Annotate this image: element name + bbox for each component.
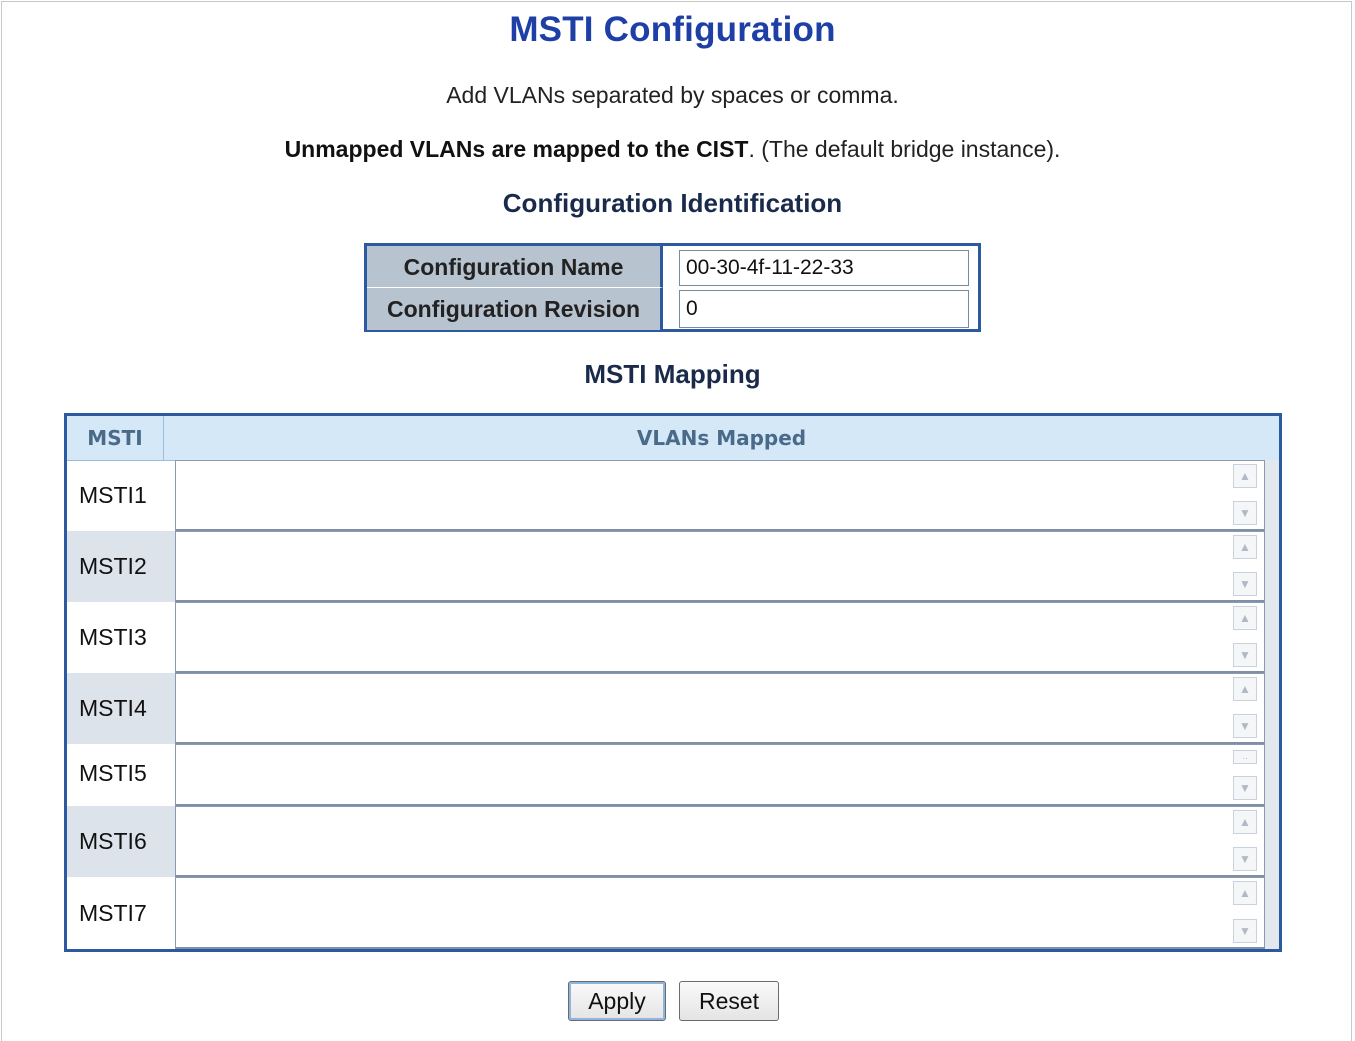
scrollbar[interactable]: ▲ ▼ xyxy=(1229,879,1261,945)
chevron-up-icon[interactable]: ▲ xyxy=(1233,606,1257,630)
chevron-down-icon[interactable]: ▼ xyxy=(1233,847,1257,871)
column-header-vlans-mapped: VLANs Mapped xyxy=(636,426,807,450)
chevron-down-icon[interactable]: ▼ xyxy=(1233,714,1257,738)
cist-note-rest: . (The default bridge instance). xyxy=(748,136,1061,162)
row-edge xyxy=(1265,806,1279,877)
chevron-up-icon[interactable]: ▲ xyxy=(1233,881,1257,905)
scrollbar[interactable]: ▲ ▼ xyxy=(1229,808,1261,873)
cist-note: Unmapped VLANs are mapped to the CIST. (… xyxy=(0,136,1345,163)
msti-label: MSTI5 xyxy=(79,760,147,786)
config-revision-input[interactable] xyxy=(679,290,969,328)
chevron-down-icon[interactable]: ▼ xyxy=(1233,501,1257,525)
vlans-mapped-input[interactable] xyxy=(175,673,1265,744)
config-revision-row: Configuration Revision xyxy=(367,288,978,330)
msti-mapping-table: MSTI VLANs Mapped MSTI1 ▲ ▼ MSTI2 ▲ ▼ MS… xyxy=(64,413,1282,952)
chevron-up-icon[interactable]: ▲ xyxy=(1233,810,1257,834)
config-identification-heading: Configuration Identification xyxy=(502,188,843,218)
config-revision-label: Configuration Revision xyxy=(367,288,663,330)
chevron-up-icon[interactable]: ▲ xyxy=(1233,677,1257,701)
msti-label: MSTI1 xyxy=(79,482,147,508)
chevron-down-icon[interactable]: ▼ xyxy=(1233,776,1257,800)
chevron-up-icon[interactable]: ▲ xyxy=(1233,464,1257,488)
row-edge xyxy=(1265,460,1279,531)
row-edge xyxy=(1265,877,1279,949)
table-row: MSTI7 ▲ ▼ xyxy=(67,877,1279,949)
vlans-mapped-input[interactable] xyxy=(175,877,1265,949)
table-row: MSTI6 ▲ ▼ xyxy=(67,806,1279,877)
vlans-mapped-input[interactable] xyxy=(175,744,1265,806)
row-edge xyxy=(1265,673,1279,744)
scrollbar[interactable]: ▲ ▼ xyxy=(1229,462,1261,527)
page-title: MSTI Configuration xyxy=(509,10,836,49)
vlans-mapped-input[interactable] xyxy=(175,806,1265,877)
scrollbar[interactable]: ▲ ▼ xyxy=(1229,675,1261,740)
config-identification-table: Configuration Name Configuration Revisio… xyxy=(364,243,981,332)
msti-label: MSTI2 xyxy=(67,531,175,602)
apply-button[interactable]: Apply xyxy=(568,981,666,1021)
scrollbar[interactable]: ▲ ▼ xyxy=(1229,604,1261,669)
cist-note-bold: Unmapped VLANs are mapped to the CIST xyxy=(284,136,749,162)
scrollbar[interactable]: ‥ ▼ xyxy=(1229,746,1261,802)
table-row: MSTI5 ‥ ▼ xyxy=(67,744,1279,806)
config-name-label: Configuration Name xyxy=(367,246,663,288)
table-row: MSTI3 ▲ ▼ xyxy=(67,602,1279,673)
row-edge xyxy=(1265,602,1279,673)
row-edge xyxy=(1265,744,1279,806)
msti-label: MSTI3 xyxy=(79,624,147,650)
table-row: MSTI4 ▲ ▼ xyxy=(67,673,1279,744)
chevron-up-icon[interactable]: ▲ xyxy=(1233,535,1257,559)
instruction-text: Add VLANs separated by spaces or comma. xyxy=(446,82,899,108)
vlans-mapped-input[interactable] xyxy=(175,602,1265,673)
table-row: MSTI1 ▲ ▼ xyxy=(67,460,1279,531)
chevron-down-icon[interactable]: ▼ xyxy=(1233,643,1257,667)
chevron-up-icon[interactable]: ‥ xyxy=(1233,750,1257,764)
msti-label: MSTI6 xyxy=(67,806,175,877)
vlans-mapped-input[interactable] xyxy=(175,460,1265,531)
config-name-row: Configuration Name xyxy=(367,246,978,288)
table-row: MSTI2 ▲ ▼ xyxy=(67,531,1279,602)
msti-label: MSTI4 xyxy=(67,673,175,744)
chevron-down-icon[interactable]: ▼ xyxy=(1233,572,1257,596)
scrollbar[interactable]: ▲ ▼ xyxy=(1229,533,1261,598)
column-header-msti: MSTI xyxy=(67,416,164,460)
reset-button[interactable]: Reset xyxy=(679,981,779,1021)
msti-label: MSTI7 xyxy=(79,899,147,926)
table-header: MSTI VLANs Mapped xyxy=(67,416,1279,461)
vlans-mapped-input[interactable] xyxy=(175,531,1265,602)
row-edge xyxy=(1265,531,1279,602)
msti-mapping-heading: MSTI Mapping xyxy=(584,359,761,389)
config-name-input[interactable] xyxy=(679,250,969,286)
chevron-down-icon[interactable]: ▼ xyxy=(1233,919,1257,943)
